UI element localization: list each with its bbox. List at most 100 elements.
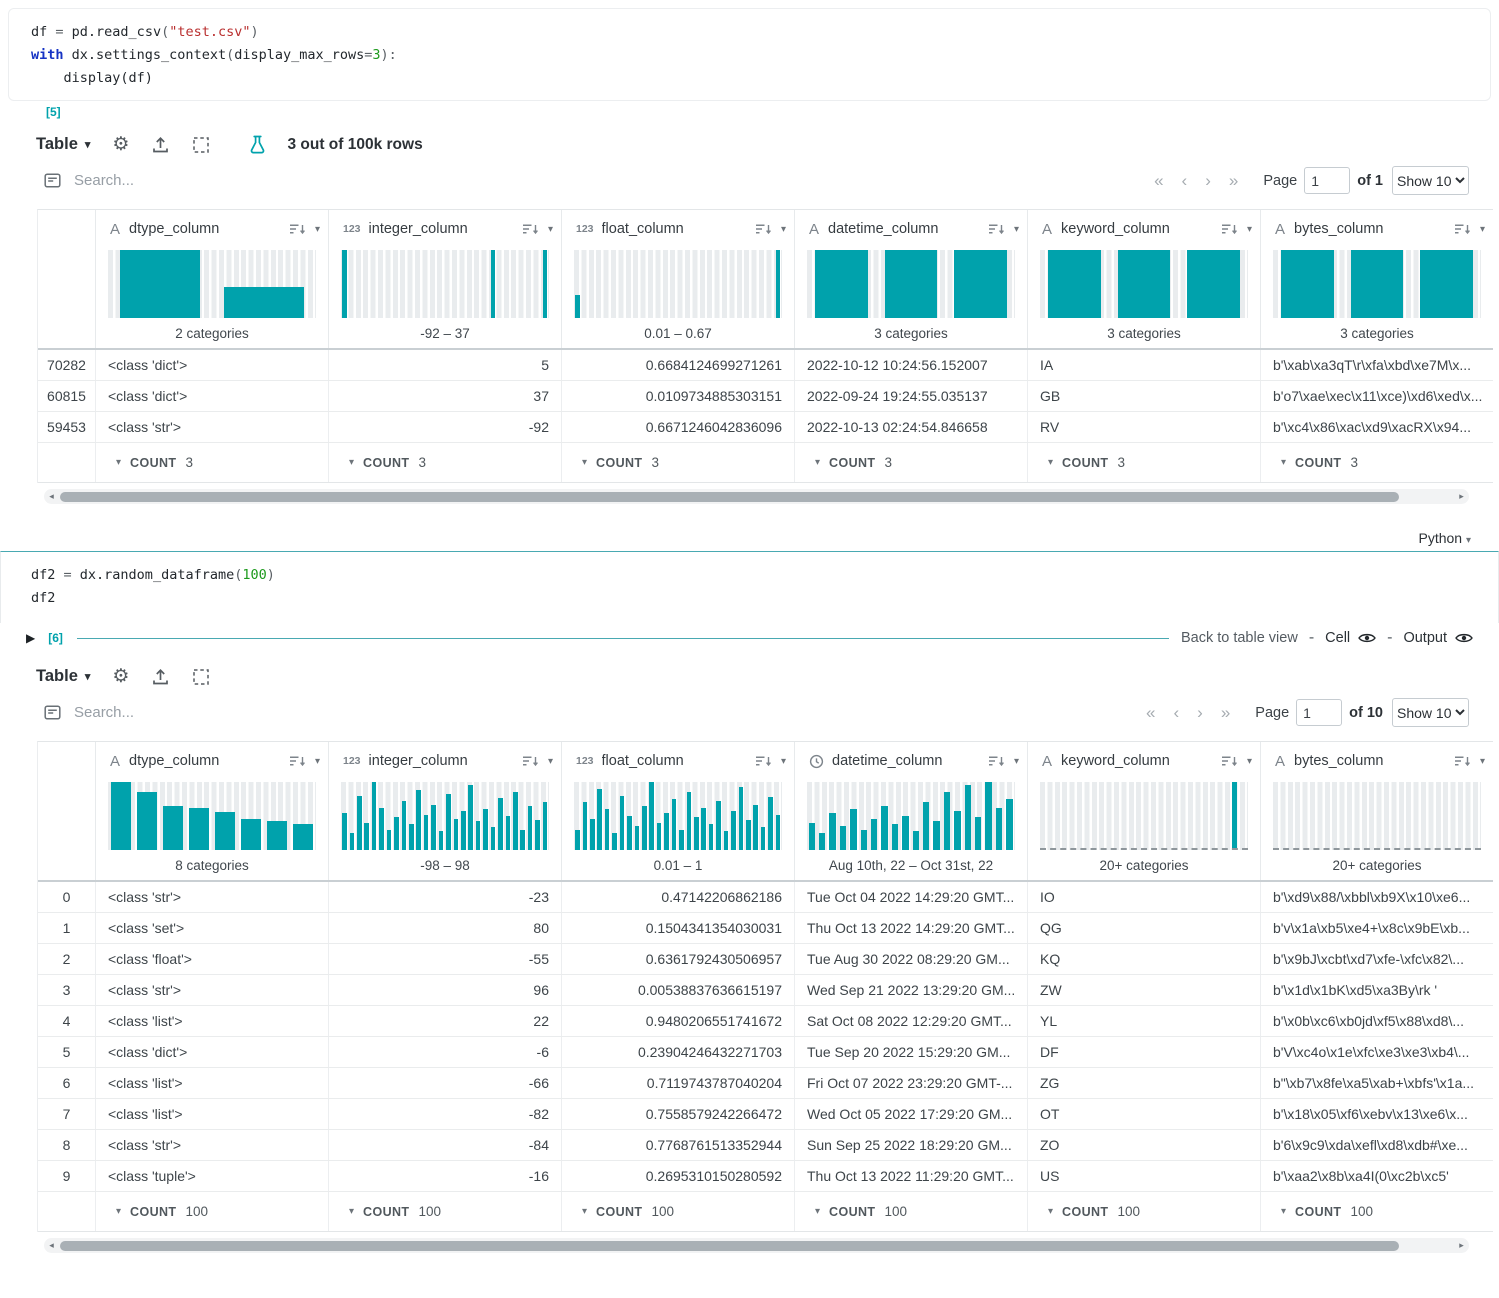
selection-icon[interactable] — [192, 136, 210, 154]
run-cell-icon[interactable]: ▶ — [26, 631, 35, 645]
sort-icon[interactable] — [1221, 755, 1238, 768]
footer-aggregation[interactable]: ▾ COUNT 3 — [329, 443, 562, 482]
table-row[interactable]: 8 <class 'str'> -84 0.7768761513352944 Sun S… — [38, 1130, 1493, 1161]
scrollbar-thumb[interactable] — [60, 1240, 1400, 1251]
code-editor-1[interactable]: df = pd.read_csv("test.csv") with dx.set… — [31, 21, 1468, 90]
search-input[interactable] — [74, 704, 394, 721]
export-upload-icon[interactable] — [151, 668, 170, 686]
column-histogram[interactable] — [1273, 250, 1481, 318]
search-input[interactable] — [74, 172, 394, 189]
page-input[interactable] — [1296, 699, 1343, 726]
last-page-icon[interactable]: » — [1229, 171, 1238, 191]
table-row[interactable]: 4 <class 'list'> 22 0.9480206551741672 Sat O… — [38, 1006, 1493, 1037]
sort-icon[interactable] — [755, 755, 772, 768]
column-header-datetime_column[interactable]: datetime_column ▾ Aug 10th, 22 – Oct 31s… — [795, 742, 1028, 880]
sort-icon[interactable] — [1454, 755, 1471, 768]
last-page-icon[interactable]: » — [1221, 703, 1230, 723]
footer-aggregation[interactable]: ▾ COUNT 3 — [562, 443, 795, 482]
settings-gear-icon[interactable]: ⚙ — [112, 135, 129, 154]
scrollbar-track[interactable] — [59, 1238, 1454, 1253]
column-histogram[interactable] — [1040, 250, 1248, 318]
cell-eye-icon[interactable] — [1358, 631, 1376, 645]
footer-aggregation[interactable]: ▾ COUNT 3 — [1028, 443, 1261, 482]
table-row[interactable]: 9 <class 'tuple'> -16 0.2695310150280592 Thu… — [38, 1161, 1493, 1192]
footer-aggregation[interactable]: ▾ COUNT 3 — [795, 443, 1028, 482]
column-histogram[interactable] — [108, 250, 316, 318]
sort-icon[interactable] — [289, 223, 306, 236]
first-page-icon[interactable]: « — [1154, 171, 1163, 191]
column-menu-icon[interactable]: ▾ — [1247, 756, 1252, 767]
column-menu-icon[interactable]: ▾ — [1014, 756, 1019, 767]
table-row[interactable]: 59453 <class 'str'> -92 0.6671246042836096 2… — [38, 412, 1493, 443]
column-menu-icon[interactable]: ▾ — [315, 224, 320, 235]
first-page-icon[interactable]: « — [1146, 703, 1155, 723]
column-menu-icon[interactable]: ▾ — [1480, 756, 1485, 767]
footer-aggregation[interactable]: ▾ COUNT 3 — [96, 443, 329, 482]
code-editor-2[interactable]: df2 = dx.random_dataframe(100) df2 — [31, 564, 1468, 610]
view-type-dropdown[interactable]: Table ▾ — [36, 135, 90, 154]
sort-icon[interactable] — [988, 755, 1005, 768]
column-menu-icon[interactable]: ▾ — [548, 756, 553, 767]
code-cell-1[interactable]: df = pd.read_csv("test.csv") with dx.set… — [8, 8, 1491, 101]
column-histogram[interactable] — [1273, 782, 1481, 850]
scroll-right-icon[interactable]: ▸ — [1454, 1240, 1469, 1251]
next-page-icon[interactable]: › — [1205, 171, 1211, 191]
column-histogram[interactable] — [574, 782, 782, 850]
sort-icon[interactable] — [755, 223, 772, 236]
footer-aggregation[interactable]: ▾ COUNT 100 — [329, 1192, 562, 1231]
column-histogram[interactable] — [574, 250, 782, 318]
scroll-left-icon[interactable]: ◂ — [44, 491, 59, 502]
export-upload-icon[interactable] — [151, 136, 170, 154]
column-menu-icon[interactable]: ▾ — [1480, 224, 1485, 235]
scrollbar-thumb[interactable] — [60, 491, 1400, 502]
kernel-select[interactable]: Python ▾ — [1418, 530, 1471, 546]
scroll-left-icon[interactable]: ◂ — [44, 1240, 59, 1251]
column-histogram[interactable] — [341, 250, 549, 318]
footer-aggregation[interactable]: ▾ COUNT 100 — [1028, 1192, 1261, 1231]
back-to-table-link[interactable]: Back to table view — [1181, 630, 1298, 646]
code-cell-2[interactable]: df2 = dx.random_dataframe(100) df2 — [0, 551, 1499, 623]
prev-page-icon[interactable]: ‹ — [1173, 703, 1179, 723]
table-row[interactable]: 70282 <class 'dict'> 5 0.6684124699271261 20… — [38, 350, 1493, 381]
sort-icon[interactable] — [522, 223, 539, 236]
column-header-bytes_column[interactable]: Abytes_column ▾ 3 categories — [1261, 210, 1493, 348]
sort-icon[interactable] — [988, 223, 1005, 236]
column-menu-icon[interactable]: ▾ — [1014, 224, 1019, 235]
table-row[interactable]: 0 <class 'str'> -23 0.47142206862186 Tue Oct… — [38, 882, 1493, 913]
horizontal-scrollbar[interactable]: ◂ ▸ — [44, 1238, 1469, 1253]
column-menu-icon[interactable]: ▾ — [781, 224, 786, 235]
table-row[interactable]: 6 <class 'list'> -66 0.7119743787040204 Fri … — [38, 1068, 1493, 1099]
settings-gear-icon[interactable]: ⚙ — [112, 667, 129, 686]
footer-aggregation[interactable]: ▾ COUNT 3 — [1261, 443, 1493, 482]
scrollbar-track[interactable] — [59, 489, 1454, 504]
column-histogram[interactable] — [1040, 782, 1248, 850]
selection-icon[interactable] — [192, 668, 210, 686]
column-histogram[interactable] — [807, 250, 1015, 318]
column-header-integer_column[interactable]: 123 integer_column ▾ -98 – 98 — [329, 742, 562, 880]
column-header-dtype_column[interactable]: Adtype_column ▾ 8 categories — [96, 742, 329, 880]
footer-aggregation[interactable]: ▾ COUNT 100 — [562, 1192, 795, 1231]
column-header-integer_column[interactable]: 123 integer_column ▾ -92 – 37 — [329, 210, 562, 348]
table-row[interactable]: 60815 <class 'dict'> 37 0.0109734885303151 2… — [38, 381, 1493, 412]
table-row[interactable]: 3 <class 'str'> 96 0.00538837636615197 Wed S… — [38, 975, 1493, 1006]
column-header-float_column[interactable]: 123 float_column ▾ 0.01 – 1 — [562, 742, 795, 880]
sort-icon[interactable] — [1454, 223, 1471, 236]
column-menu-icon[interactable]: ▾ — [781, 756, 786, 767]
sort-icon[interactable] — [522, 755, 539, 768]
column-histogram[interactable] — [807, 782, 1015, 850]
column-header-float_column[interactable]: 123 float_column ▾ 0.01 – 0.67 — [562, 210, 795, 348]
view-type-dropdown[interactable]: Table ▾ — [36, 667, 90, 686]
footer-aggregation[interactable]: ▾ COUNT 100 — [1261, 1192, 1493, 1231]
column-header-datetime_column[interactable]: Adatetime_column ▾ 3 categories — [795, 210, 1028, 348]
page-input[interactable] — [1304, 167, 1351, 194]
footer-aggregation[interactable]: ▾ COUNT 100 — [96, 1192, 329, 1231]
column-histogram[interactable] — [108, 782, 316, 850]
column-menu-icon[interactable]: ▾ — [548, 224, 553, 235]
output-eye-icon[interactable] — [1455, 631, 1473, 645]
sort-icon[interactable] — [289, 755, 306, 768]
column-header-bytes_column[interactable]: Abytes_column ▾ 20+ categories — [1261, 742, 1493, 880]
footer-aggregation[interactable]: ▾ COUNT 100 — [795, 1192, 1028, 1231]
column-menu-icon[interactable]: ▾ — [315, 756, 320, 767]
prev-page-icon[interactable]: ‹ — [1182, 171, 1188, 191]
column-histogram[interactable] — [341, 782, 549, 850]
